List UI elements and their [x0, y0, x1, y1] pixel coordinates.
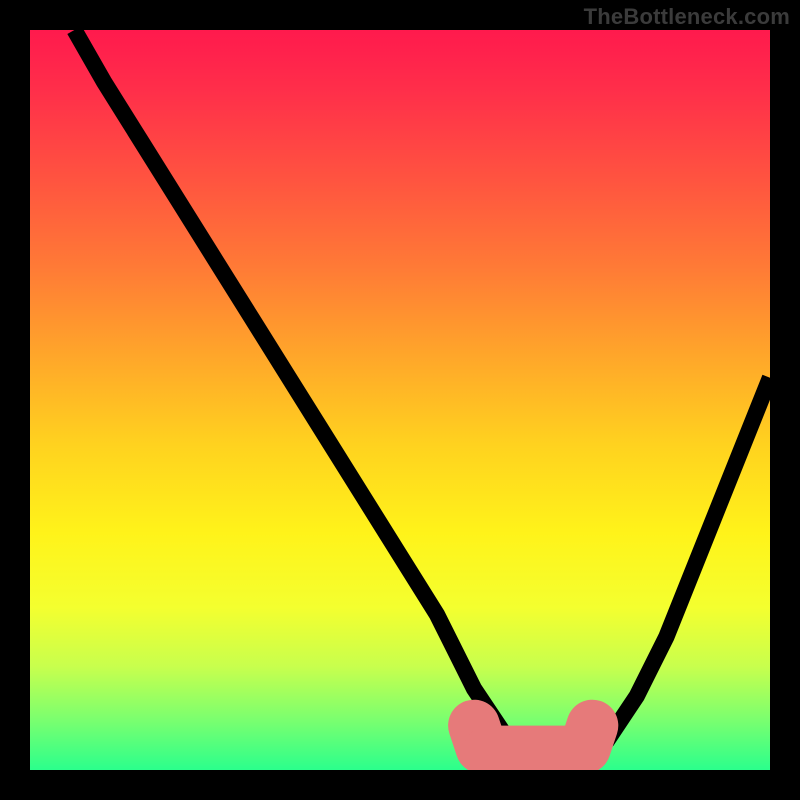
curve-layer — [30, 30, 770, 770]
bottom-marker-right — [585, 726, 592, 748]
chart-frame: TheBottleneck.com — [0, 0, 800, 800]
plot-area — [30, 30, 770, 770]
curve-left — [74, 30, 562, 770]
watermark-text: TheBottleneck.com — [584, 4, 790, 30]
